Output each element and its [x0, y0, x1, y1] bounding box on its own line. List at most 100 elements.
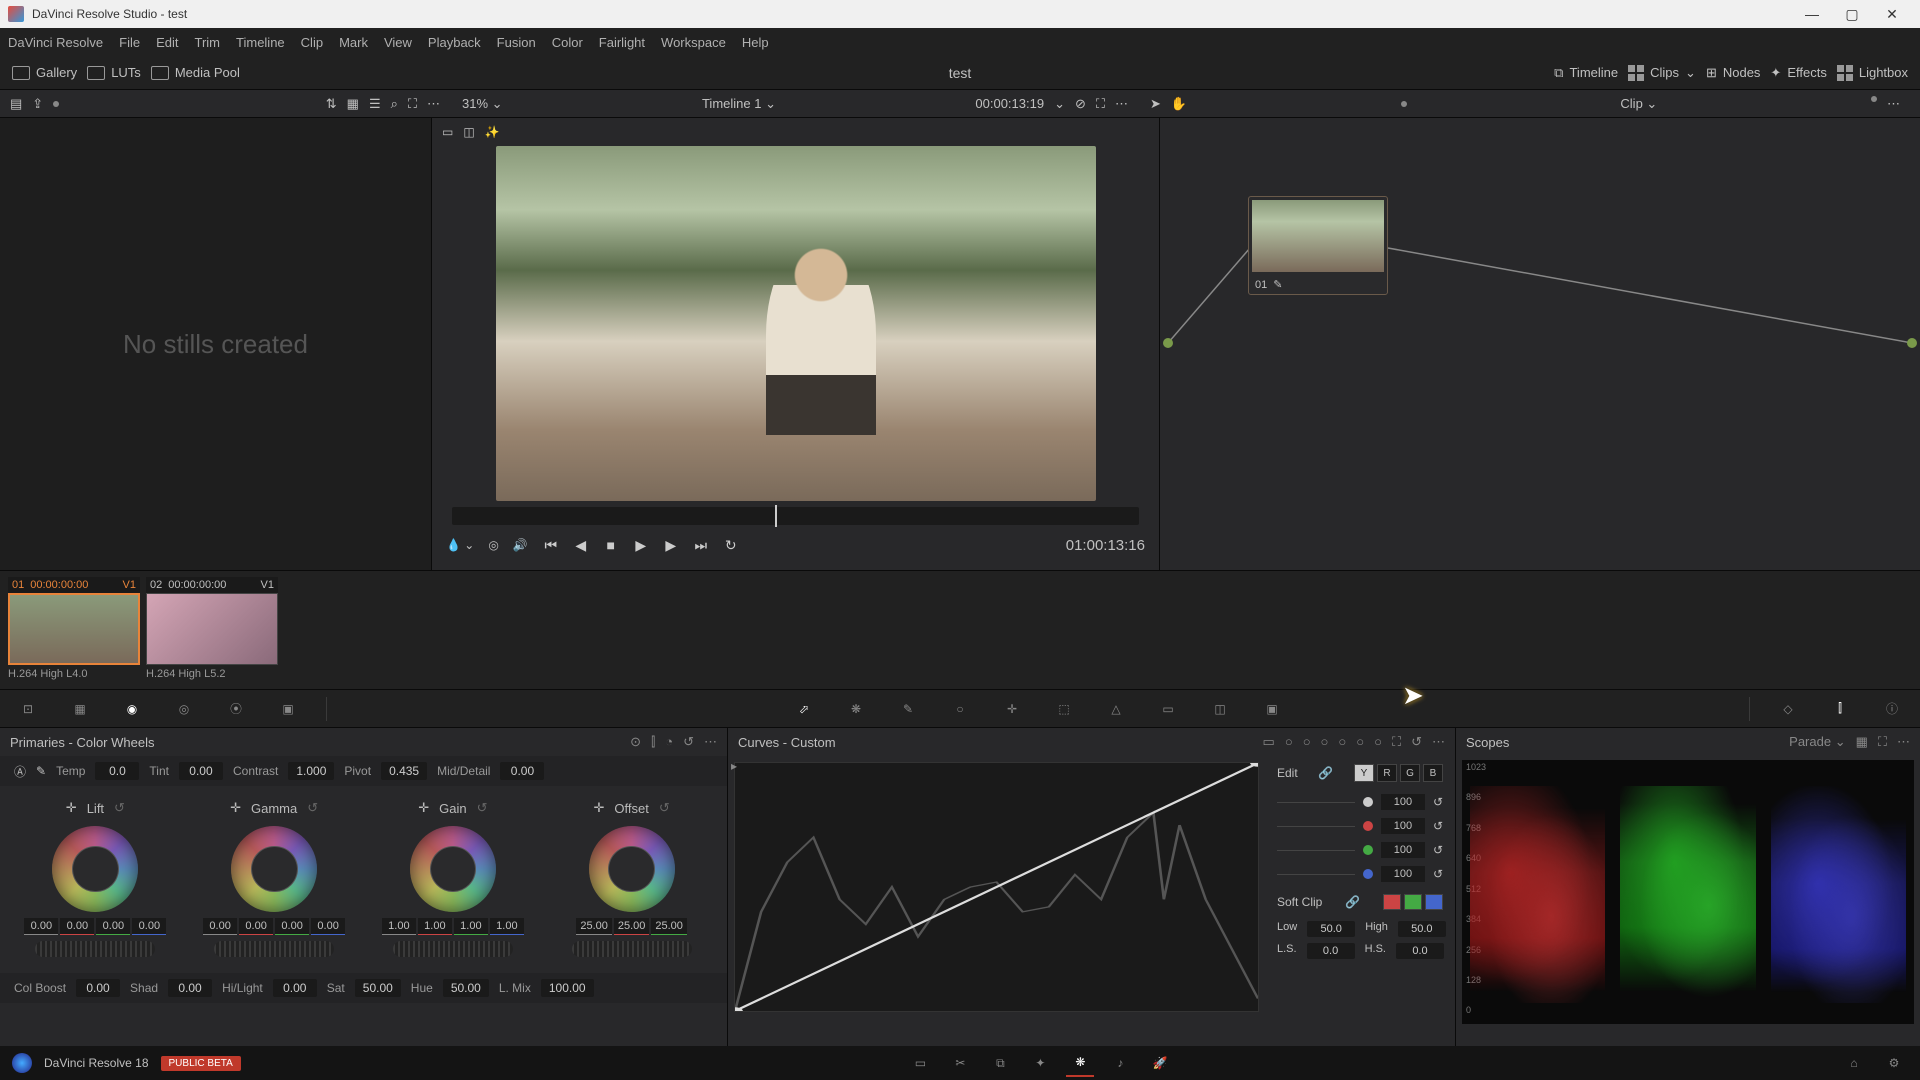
viewer-image[interactable]	[496, 146, 1096, 501]
last-frame-button[interactable]: ⏭	[692, 536, 710, 554]
tint-value[interactable]: 0.00	[179, 762, 223, 780]
sc-low[interactable]: 50.0	[1307, 921, 1355, 937]
deliver-page-button[interactable]: 🚀	[1146, 1049, 1174, 1077]
search-icon[interactable]: ⌕	[391, 96, 398, 112]
tracking-icon[interactable]: ✛	[998, 695, 1026, 723]
reset-icon[interactable]: ↺	[1433, 795, 1443, 809]
unmix-icon[interactable]: ◎	[488, 538, 498, 552]
green-intensity[interactable]: 100	[1381, 842, 1425, 858]
hilight-value[interactable]: 0.00	[273, 979, 317, 997]
menu-trim[interactable]: Trim	[195, 35, 221, 50]
color-node[interactable]: 01✎	[1248, 196, 1388, 295]
scope-mode-dropdown[interactable]: Parade ⌄	[1789, 734, 1845, 750]
contrast-value[interactable]: 1.000	[288, 762, 334, 780]
split-screen-icon[interactable]: ◫	[463, 125, 474, 139]
color-warper-icon[interactable]: ❋	[842, 695, 870, 723]
prev-frame-button[interactable]: ◀	[572, 536, 590, 554]
lum-intensity[interactable]: 100	[1381, 794, 1425, 810]
link-icon[interactable]: 🔗	[1318, 766, 1333, 780]
first-frame-button[interactable]: ⏮	[542, 536, 560, 554]
settings-button[interactable]: ⚙	[1880, 1049, 1908, 1077]
curves-icon[interactable]: ⬀	[790, 695, 818, 723]
reset-icon[interactable]: ↺	[1411, 734, 1422, 750]
clip-thumbnail[interactable]: 0200:00:00:00V1 H.264 High L5.2	[146, 577, 278, 683]
curve-graph[interactable]: ▸	[734, 762, 1259, 1012]
menu-edit[interactable]: Edit	[156, 35, 178, 50]
stop-button[interactable]: ■	[602, 536, 620, 554]
highlight-icon[interactable]: ✨	[485, 125, 500, 139]
hue-lum-icon[interactable]: ○	[1321, 734, 1329, 750]
pick-wb-icon[interactable]: ✎	[36, 764, 46, 778]
sc-red[interactable]	[1383, 894, 1401, 910]
reset-icon[interactable]: ↺	[477, 800, 488, 816]
key-icon[interactable]: ▭	[1154, 695, 1182, 723]
arrow-tool[interactable]: ➤	[1150, 96, 1161, 112]
motion-effects-icon[interactable]: ▣	[274, 695, 302, 723]
window-icon[interactable]: ○	[946, 695, 974, 723]
jog-wheel[interactable]	[572, 941, 692, 957]
wheel-picker-icon[interactable]: ✛	[418, 800, 429, 816]
fullscreen-icon[interactable]: ⛶	[1096, 96, 1105, 112]
jog-wheel[interactable]	[393, 941, 513, 957]
expand-icon[interactable]: ⛶	[1392, 734, 1401, 750]
sc-high[interactable]: 50.0	[1398, 921, 1446, 937]
pivot-value[interactable]: 0.435	[381, 762, 427, 780]
3d-icon[interactable]: ▣	[1258, 695, 1286, 723]
wheel-values[interactable]: 25.0025.0025.00	[542, 918, 721, 935]
wheels-mode-icon[interactable]: ⊙	[630, 734, 641, 750]
chevron-down-icon[interactable]: ⌄	[1054, 96, 1065, 112]
clips-toggle[interactable]: Clips⌄	[1628, 65, 1696, 81]
nodes-toggle[interactable]: ⊞Nodes	[1706, 65, 1760, 81]
hand-tool[interactable]: ✋	[1171, 96, 1187, 112]
spline-handle-icon[interactable]: ▸	[731, 759, 737, 773]
menu-fairlight[interactable]: Fairlight	[599, 35, 645, 50]
reset-icon[interactable]: ↺	[1433, 867, 1443, 881]
viewer-timecode[interactable]: 01:00:13:16	[1066, 537, 1145, 554]
menu-fusion[interactable]: Fusion	[497, 35, 536, 50]
wheel-picker-icon[interactable]: ✛	[66, 800, 77, 816]
color-wheel[interactable]	[52, 826, 138, 912]
bypass-icon[interactable]: ⊘	[1075, 96, 1086, 112]
scopes-icon[interactable]: ⫿	[1826, 695, 1854, 723]
viewer-scrubber[interactable]	[452, 507, 1139, 525]
custom-curve-icon[interactable]: ▭	[1263, 734, 1275, 750]
clip-dropdown[interactable]: Clip ⌄	[1620, 96, 1657, 112]
temp-value[interactable]: 0.0	[95, 762, 139, 780]
lightbox-toggle[interactable]: Lightbox	[1837, 65, 1908, 81]
red-intensity[interactable]: 100	[1381, 818, 1425, 834]
list-view-icon[interactable]: ☰	[369, 96, 381, 112]
luts-toggle[interactable]: LUTs	[87, 65, 141, 80]
image-wipe-icon[interactable]: ▭	[442, 125, 453, 139]
hdr-wheels-icon[interactable]: ◎	[170, 695, 198, 723]
wheel-values[interactable]: 1.001.001.001.00	[364, 918, 543, 935]
sc-hs[interactable]: 0.0	[1396, 943, 1444, 959]
mid-detail-value[interactable]: 0.00	[500, 762, 544, 780]
more-icon[interactable]: ⋯	[704, 734, 717, 750]
channel-g-button[interactable]: G	[1400, 764, 1420, 782]
hue-hue-icon[interactable]: ○	[1285, 734, 1293, 750]
eyedropper-icon[interactable]: 💧 ⌄	[446, 538, 474, 552]
colboost-value[interactable]: 0.00	[76, 979, 120, 997]
more-icon[interactable]: ⋯	[1115, 96, 1128, 112]
wheel-picker-icon[interactable]: ✛	[593, 800, 604, 816]
menu-file[interactable]: File	[119, 35, 140, 50]
fairlight-page-button[interactable]: ♪	[1106, 1049, 1134, 1077]
clip-thumbnail[interactable]: 0100:00:00:00V1 H.264 High L4.0	[8, 577, 140, 683]
reset-icon[interactable]: ↺	[659, 800, 670, 816]
menu-help[interactable]: Help	[742, 35, 769, 50]
reset-icon[interactable]: ↺	[683, 734, 694, 750]
expand-icon[interactable]: ⛶	[1878, 734, 1887, 750]
maximize-button[interactable]: ▢	[1832, 0, 1872, 28]
sat-sat-icon[interactable]: ○	[1356, 734, 1364, 750]
menu-timeline[interactable]: Timeline	[236, 35, 285, 50]
jog-wheel[interactable]	[35, 941, 155, 957]
camera-raw-icon[interactable]: ⊡	[14, 695, 42, 723]
qualifier-icon[interactable]: ✎	[894, 695, 922, 723]
sc-ls[interactable]: 0.0	[1307, 943, 1355, 959]
menu-view[interactable]: View	[384, 35, 412, 50]
node-editor[interactable]: 01✎	[1160, 118, 1920, 570]
rgb-mixer-icon[interactable]: ⦿	[222, 695, 250, 723]
mediapool-toggle[interactable]: Media Pool	[151, 65, 240, 80]
reset-icon[interactable]: ↺	[307, 800, 318, 816]
wheel-values[interactable]: 0.000.000.000.00	[6, 918, 185, 935]
